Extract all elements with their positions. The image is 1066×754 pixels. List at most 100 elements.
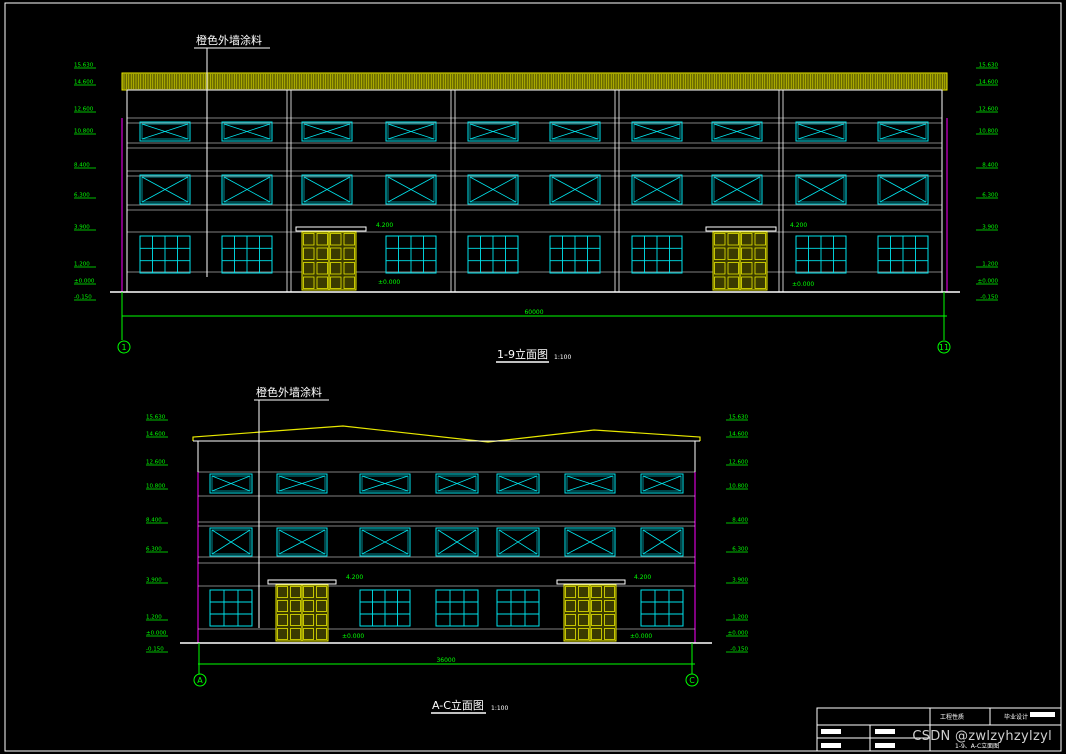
title-block-project: 工程性质 (940, 713, 964, 721)
title-block-fill-5 (1030, 712, 1055, 717)
side-window-middle-3 (359, 527, 411, 557)
top-level-right-label: 6.300 (982, 193, 998, 199)
side-door-2 (563, 584, 617, 642)
side-door-label-2: ±0.000 (630, 633, 652, 640)
top-pilaster (286, 89, 292, 293)
side-window-upper-3 (359, 473, 411, 494)
top-level-left-label: 8.400 (74, 163, 90, 169)
top-door-1 (301, 231, 357, 291)
side-window-ground-1 (209, 589, 253, 627)
watermark: CSDN @zwlzyhzylzyl (912, 729, 1052, 744)
top-pilaster (450, 89, 456, 293)
side-window-ground-5-frame (496, 589, 540, 627)
top-doors (301, 231, 768, 291)
side-window-upper-6 (564, 473, 616, 494)
side-window-ground-4-frame (435, 589, 479, 627)
top-canopy-1 (295, 226, 367, 232)
side-building-outline (197, 440, 696, 644)
side-window-ground-7-frame (640, 589, 684, 627)
top-window-upper-2 (221, 121, 273, 142)
top-window-upper-6 (549, 121, 601, 142)
side-window-ground-1-frame (209, 589, 253, 627)
side-window-ground-7 (640, 589, 684, 627)
top-axis-label-left: 1 (121, 343, 126, 352)
top-window-upper-5 (467, 121, 519, 142)
top-level-right-label: 15.630 (979, 63, 999, 69)
top-window-ground-1 (139, 235, 191, 274)
top-level-left-label: 12.600 (74, 107, 94, 113)
top-window-middle-5 (467, 174, 519, 205)
side-door-1 (275, 584, 329, 642)
top-canopy-label-1: 4.200 (376, 222, 393, 229)
top-window-ground-2 (221, 235, 273, 274)
side-levels-left: 15.630 14.600 12.600 10.800 8.400 6.300 3.900 1… (146, 415, 168, 653)
side-level-left-label: 1.200 (146, 615, 162, 621)
top-window-upper-9 (795, 121, 847, 142)
side-doors (275, 584, 617, 642)
side-level-right-label: 10.800 (729, 484, 749, 490)
side-level-left-label: ±0.000 (146, 631, 167, 637)
top-canopy-2 (705, 226, 777, 232)
top-callout-label: 橙色外墙涂料 (196, 33, 262, 47)
side-level-right-label: 6.300 (732, 547, 748, 553)
side-floor-lines (198, 471, 695, 630)
top-level-left-label: 6.300 (74, 193, 90, 199)
side-axis-label-left: A (197, 676, 203, 685)
top-dimension-text: 60000 (524, 309, 543, 316)
top-window-upper-10 (877, 121, 929, 142)
top-elevation-scale: 1:100 (554, 354, 571, 361)
top-level-right-label: 1.200 (982, 262, 998, 268)
top-pilaster (614, 89, 620, 293)
top-canopy-label-2: 4.200 (790, 222, 807, 229)
top-window-middle-6 (549, 174, 601, 205)
side-level-right-label: 15.630 (729, 415, 749, 421)
top-door-2 (712, 231, 768, 291)
top-level-left-label: 3.900 (74, 225, 90, 231)
top-axis-label-right: 11 (939, 343, 949, 352)
top-window-middle-9 (795, 174, 847, 205)
top-window-middle-3 (301, 174, 353, 205)
top-level-right-label: ±0.000 (978, 279, 999, 285)
side-window-upper-5 (496, 473, 540, 494)
side-level-right-label: -0.150 (730, 647, 748, 653)
top-window-middle-2 (221, 174, 273, 205)
side-level-right-label: 12.600 (729, 460, 749, 466)
top-level-right-label: 8.400 (982, 163, 998, 169)
top-window-middle-8 (711, 174, 763, 205)
top-window-ground-6 (549, 235, 601, 274)
side-window-middle-6 (564, 527, 616, 557)
side-canopy-label-1: 4.200 (346, 574, 363, 581)
side-level-left-label: 8.400 (146, 518, 162, 524)
top-window-upper-7 (631, 121, 683, 142)
side-level-left-label: 14.600 (146, 432, 166, 438)
top-level-right-label: 12.600 (979, 107, 999, 113)
top-door-label-1: ±0.000 (378, 279, 400, 286)
top-level-right-label: 14.600 (979, 80, 999, 86)
side-window-middle-4 (435, 527, 479, 557)
side-elevation-title: A-C立面图 (432, 698, 484, 712)
top-window-ground-9 (795, 235, 847, 274)
top-window-upper-3 (301, 121, 353, 142)
top-window-middle-4 (385, 174, 437, 205)
side-window-ground-5 (496, 589, 540, 627)
top-window-middle-10 (877, 174, 929, 205)
side-window-ground-3 (359, 589, 411, 627)
side-window-upper-7 (640, 473, 684, 494)
top-window-ground-4 (385, 235, 437, 274)
top-level-left-label: 10.800 (74, 129, 94, 135)
top-level-left-label: ±0.000 (74, 279, 95, 285)
side-roof-line (192, 425, 701, 443)
side-window-upper-4 (435, 473, 479, 494)
side-elevation-scale: 1:100 (491, 705, 508, 712)
cad-drawing: 4.200 4.200 ±0.000 ±0.000 15.630 14.600 12… (4, 2, 1062, 752)
top-level-right-label: -0.150 (980, 295, 998, 301)
title-block-fill-4 (875, 743, 895, 748)
top-window-upper-8 (711, 121, 763, 142)
side-level-left-label: 6.300 (146, 547, 162, 553)
top-pilaster (778, 89, 784, 293)
top-window-upper-1 (139, 121, 191, 142)
side-level-right-label: 1.200 (732, 615, 748, 621)
side-door-label-1: ±0.000 (342, 633, 364, 640)
side-canopy-1 (267, 579, 337, 585)
side-levels-right: 15.630 14.600 12.600 10.800 8.400 6.300 3.900 1… (726, 415, 748, 653)
